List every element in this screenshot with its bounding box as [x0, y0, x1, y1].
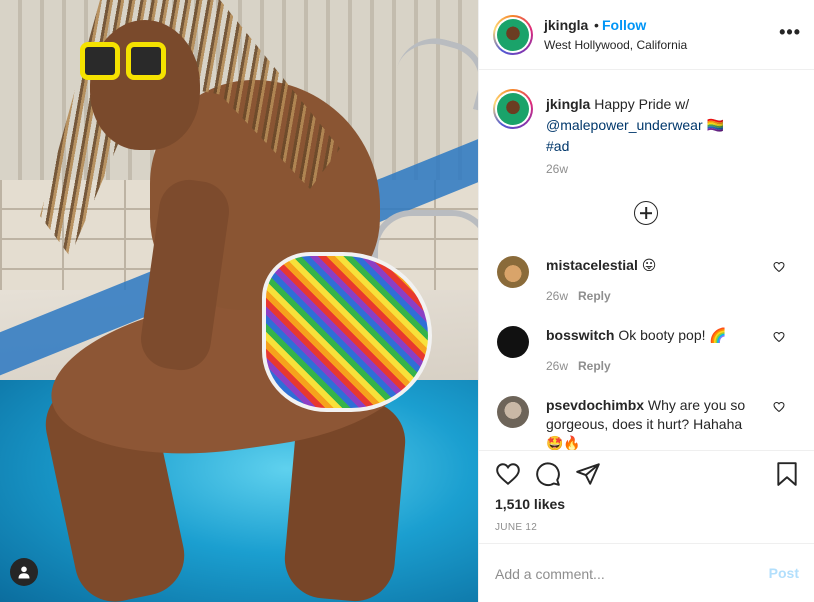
comment-avatar[interactable] [497, 326, 529, 358]
author-username[interactable]: jkingla [544, 17, 588, 33]
comment-meta: 26w Reply [546, 359, 611, 373]
avatar-image [497, 93, 529, 125]
author-avatar[interactable] [493, 15, 533, 55]
avatar-inner [495, 17, 531, 53]
comment-like-heart-icon[interactable] [773, 401, 785, 413]
comments-list[interactable]: jkingla Happy Pride w/ @malepower_underw… [479, 70, 814, 450]
caption-avatar[interactable] [493, 89, 533, 129]
post-location[interactable]: West Hollywood, California [544, 38, 687, 52]
caption-username[interactable]: jkingla [546, 96, 590, 112]
heart-icon[interactable] [495, 461, 521, 487]
post-photo[interactable] [0, 0, 478, 602]
caption-hashtag-link[interactable]: #ad [546, 138, 569, 154]
sunglasses-lens [80, 42, 120, 80]
caption-mention-link[interactable]: @malepower_underwear [546, 117, 703, 133]
avatar-image [497, 19, 529, 51]
bookmark-icon[interactable] [775, 461, 799, 487]
comment-like-heart-icon[interactable] [773, 261, 785, 273]
add-comment-bar: Post [479, 543, 814, 602]
comment-username[interactable]: bosswitch [546, 327, 614, 343]
header-separator: • [594, 17, 599, 33]
post-side-panel: jkingla • Follow West Hollywood, Califor… [478, 0, 814, 602]
reply-button[interactable]: Reply [578, 359, 611, 373]
comment-text: psevdochimbx Why are you so gorgeous, do… [546, 396, 758, 450]
comment-text: bosswitch Ok booty pop! 🌈 [546, 326, 758, 345]
follow-button[interactable]: Follow [602, 17, 646, 33]
share-icon[interactable] [575, 461, 601, 487]
comment-username[interactable]: psevdochimbx [546, 397, 644, 413]
caption-text: jkingla Happy Pride w/ @malepower_underw… [546, 94, 746, 157]
photo-yellow-sunglasses [80, 42, 170, 86]
post-header: jkingla • Follow West Hollywood, Califor… [479, 0, 814, 70]
post-date[interactable]: JUNE 12 [495, 522, 537, 533]
comment-avatar[interactable] [497, 256, 529, 288]
load-more-comments-button[interactable] [634, 201, 658, 225]
post-comment-button[interactable]: Post [769, 565, 799, 581]
caption-flag: 🏳️‍🌈 [702, 117, 724, 133]
likes-count[interactable]: 1,510 likes [495, 496, 565, 512]
comment-icon[interactable] [535, 461, 561, 487]
comment-time[interactable]: 26w [546, 359, 568, 373]
post-actions: 1,510 likes JUNE 12 [479, 450, 814, 543]
comment-time[interactable]: 26w [546, 289, 568, 303]
comment-like-heart-icon[interactable] [773, 331, 785, 343]
more-options-button[interactable]: ••• [779, 22, 801, 43]
sunglasses-lens [126, 42, 166, 80]
comment-meta: 26w Reply [546, 289, 611, 303]
comment-username[interactable]: mistacelestial [546, 257, 638, 273]
comment-input[interactable] [495, 564, 755, 584]
comment-avatar[interactable] [497, 396, 529, 428]
caption-time[interactable]: 26w [546, 162, 568, 176]
avatar-inner [495, 91, 531, 127]
reply-button[interactable]: Reply [578, 289, 611, 303]
comment-text: mistacelestial 😛 [546, 256, 758, 275]
comment-body: 😛 [637, 257, 657, 273]
user-tag-button[interactable] [10, 558, 38, 586]
comment-body: Ok booty pop! 🌈 [614, 327, 727, 343]
caption-body: Happy Pride w/ [590, 96, 690, 112]
user-tag-icon [18, 566, 30, 579]
